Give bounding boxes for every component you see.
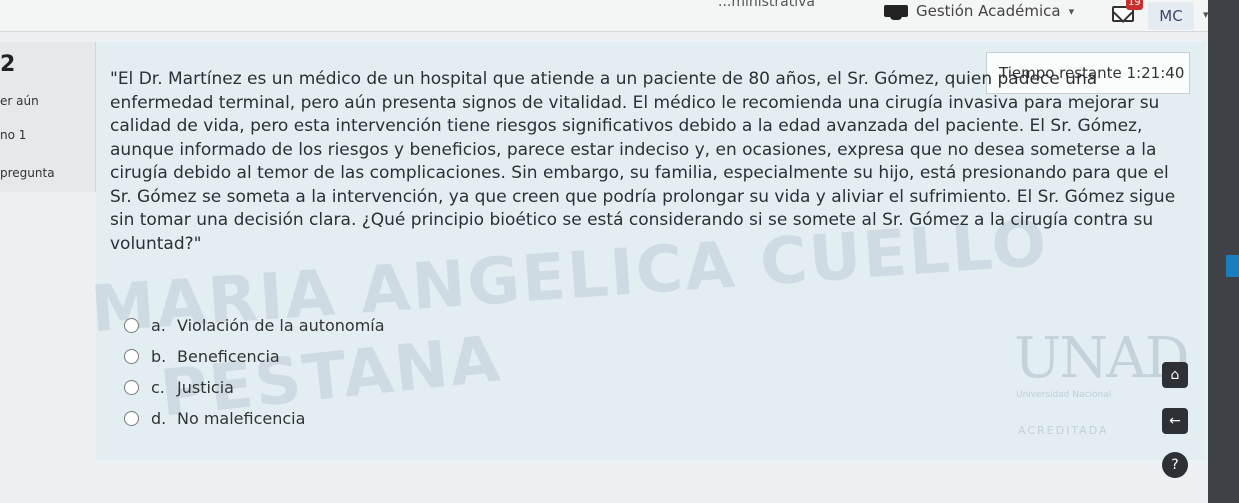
acreditada-label: ACREDITADA: [1018, 424, 1109, 437]
menu-administrativa[interactable]: ...ministrativa: [718, 0, 815, 10]
option-c[interactable]: c. Justicia: [124, 372, 385, 403]
answer-options: a. Violación de la autonomía b. Benefice…: [124, 310, 385, 434]
menu-gestion-academica[interactable]: Gestión Académica ▾: [884, 2, 1074, 20]
question-status: er aún: [0, 94, 39, 108]
radio-button[interactable]: [124, 380, 139, 395]
option-letter: b.: [151, 347, 167, 366]
question-info-panel: 2 er aún no 1 pregunta: [0, 42, 96, 192]
option-letter: c.: [151, 378, 165, 397]
chevron-down-icon: ▾: [1068, 4, 1075, 18]
drawer-toggle[interactable]: [1226, 255, 1239, 277]
home-icon[interactable]: ⌂: [1162, 362, 1188, 388]
messages-badge: 19: [1126, 0, 1143, 10]
user-avatar[interactable]: MC: [1148, 2, 1194, 30]
graduation-cap-icon: [884, 5, 908, 20]
arrow-left-icon[interactable]: ←: [1162, 408, 1188, 434]
option-d[interactable]: d. No maleficencia: [124, 403, 385, 434]
radio-button[interactable]: [124, 318, 139, 333]
question-text: "El Dr. Martínez es un médico de un hosp…: [110, 68, 1180, 256]
question-number: 2: [0, 52, 16, 77]
option-label: No maleficencia: [177, 409, 306, 428]
option-label: Beneficencia: [177, 347, 280, 366]
flag-question[interactable]: pregunta: [0, 166, 55, 180]
top-navbar: ...ministrativa Gestión Académica ▾ 19 M…: [0, 0, 1239, 32]
option-a[interactable]: a. Violación de la autonomía: [124, 310, 385, 341]
radio-button[interactable]: [124, 411, 139, 426]
option-label: Violación de la autonomía: [177, 316, 385, 335]
question-paragraph: "El Dr. Martínez es un médico de un hosp…: [110, 69, 1176, 254]
option-letter: d.: [151, 409, 167, 428]
menu-gestion-academica-label: Gestión Académica: [916, 2, 1061, 20]
radio-button[interactable]: [124, 349, 139, 364]
option-label: Justicia: [177, 378, 234, 397]
option-letter: a.: [151, 316, 166, 335]
option-b[interactable]: b. Beneficencia: [124, 341, 385, 372]
help-icon[interactable]: ?: [1162, 452, 1188, 478]
question-score: no 1: [0, 128, 27, 142]
unad-logo-subtitle: Universidad Nacional: [1016, 390, 1112, 400]
right-edge-panel: [1208, 0, 1239, 503]
